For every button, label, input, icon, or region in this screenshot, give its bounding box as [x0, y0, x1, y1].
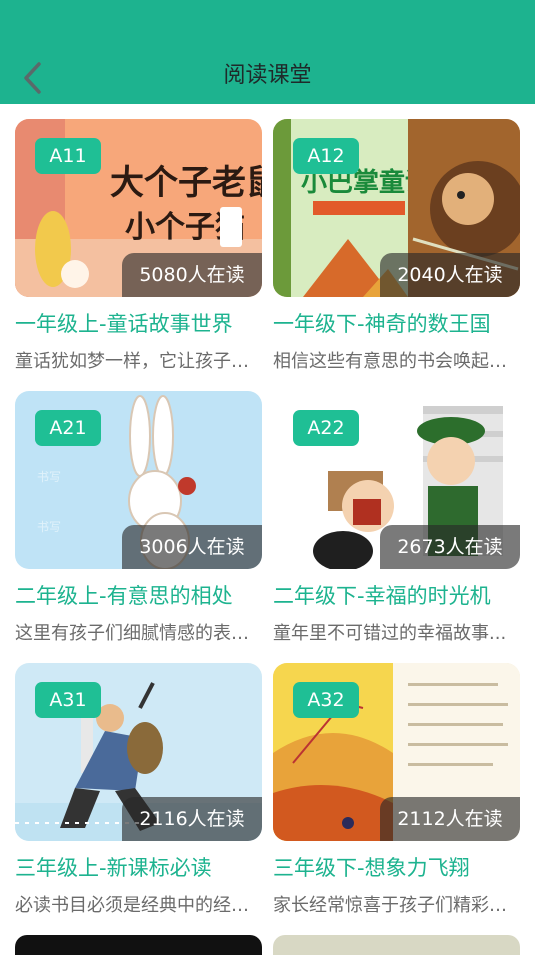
level-badge: A12	[293, 138, 359, 174]
course-title: 二年级上-有意思的相处	[15, 584, 233, 608]
reader-count: 2116人在读	[122, 797, 262, 841]
course-description: 童年里不可错过的幸福故事...	[273, 623, 507, 644]
level-badge: A32	[293, 682, 359, 718]
book-cover: A32 2112人在读	[273, 663, 520, 841]
book-cover: A31 2116人在读	[15, 663, 262, 841]
course-description: 这里有孩子们细腻情感的表达...	[15, 623, 262, 644]
reader-count: 2112人在读	[380, 797, 520, 841]
course-description: 相信这些有意思的书会唤起孩...	[273, 351, 520, 372]
svg-text:书写: 书写	[37, 470, 61, 484]
course-description: 家长经常惊喜于孩子们精彩的...	[273, 895, 520, 916]
svg-text:书写: 书写	[37, 520, 61, 534]
course-description: 童话犹如梦一样，它让孩子们...	[15, 351, 262, 372]
course-description: 必读书目必须是经典中的经典...	[15, 895, 262, 916]
book-cover: 书写 书写 A21 3006人在读	[15, 391, 262, 569]
book-cover: 小巴掌童话 A12 2040人在读	[273, 119, 520, 297]
page-title: 阅读课堂	[223, 63, 312, 88]
course-title: 二年级下-幸福的时光机	[273, 584, 491, 608]
next-course-cover[interactable]	[273, 935, 520, 955]
book-cover: A22 2673人在读	[273, 391, 520, 569]
app-header: 阅读课堂	[0, 0, 535, 104]
next-course-cover[interactable]	[15, 935, 262, 955]
reader-count: 5080人在读	[122, 253, 262, 297]
course-title: 一年级上-童话故事世界	[15, 312, 233, 336]
course-title: 一年级下-神奇的数王国	[273, 312, 491, 336]
reader-count: 2040人在读	[380, 253, 520, 297]
svg-text:大个子老鼠: 大个子老鼠	[110, 163, 262, 203]
book-cover: 大个子老鼠 小个子猫 A11 5080人在读	[15, 119, 262, 297]
level-badge: A31	[35, 682, 101, 718]
reader-count: 3006人在读	[122, 525, 262, 569]
level-badge: A11	[35, 138, 101, 174]
course-title: 三年级下-想象力飞翔	[273, 856, 470, 880]
level-badge: A22	[293, 410, 359, 446]
course-title: 三年级上-新课标必读	[15, 856, 212, 880]
level-badge: A21	[35, 410, 101, 446]
reader-count: 2673人在读	[380, 525, 520, 569]
